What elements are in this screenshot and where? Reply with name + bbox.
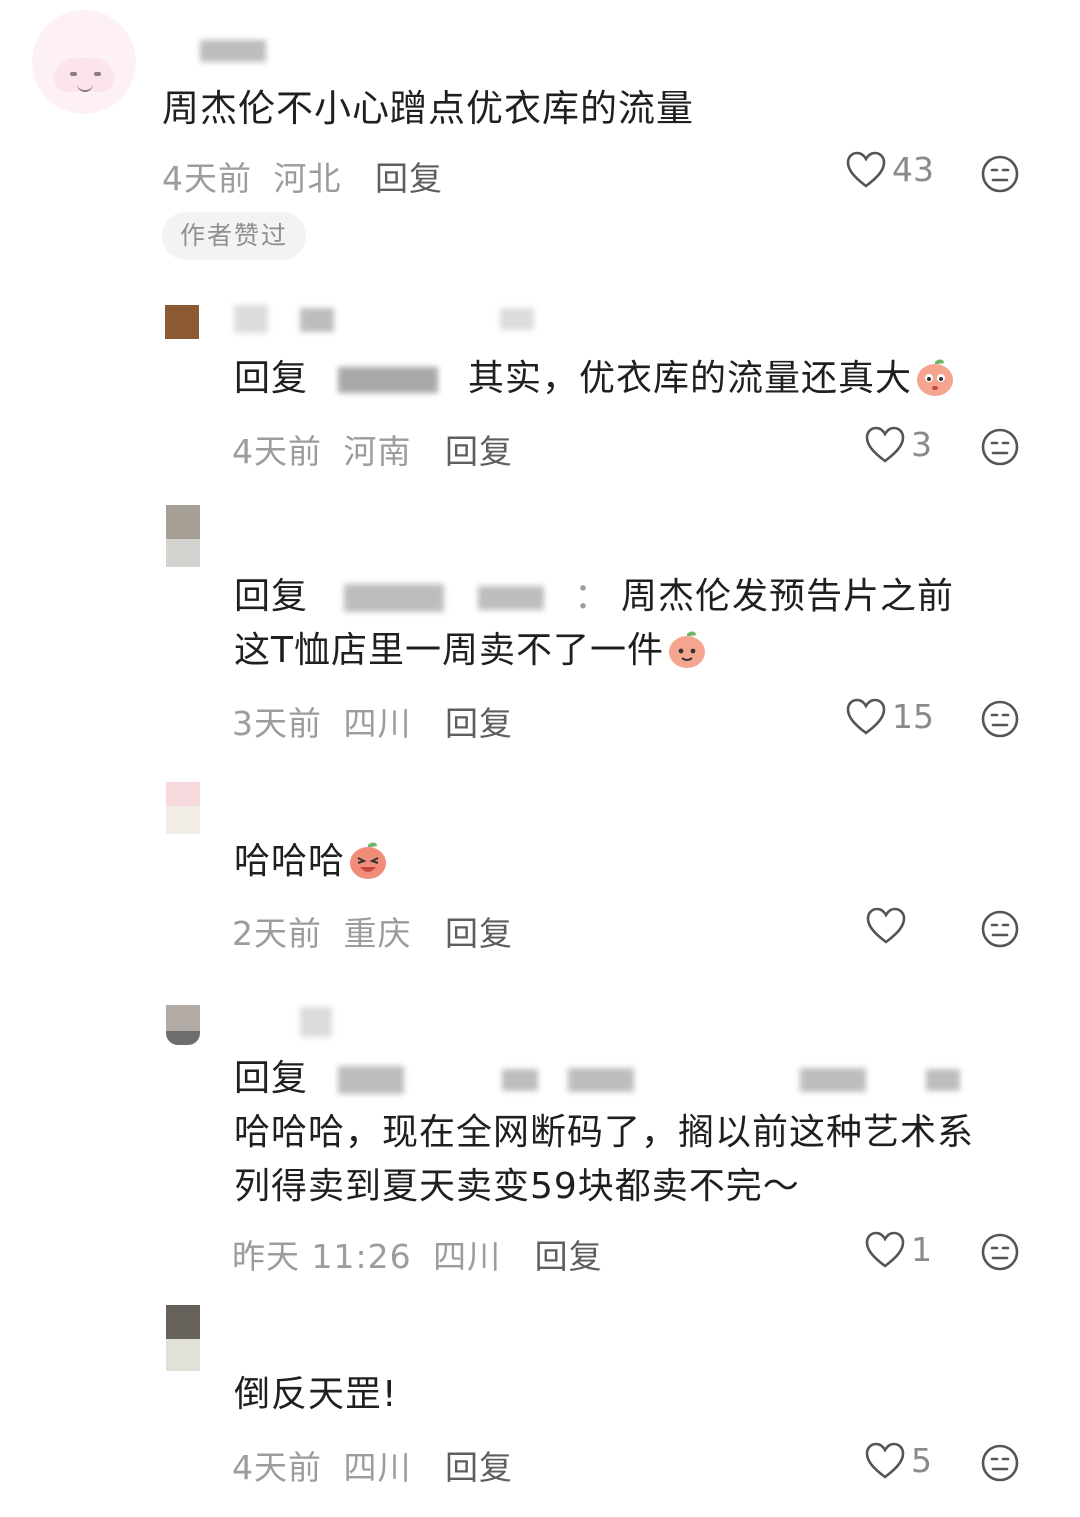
comment-meta: 昨天 11:26 四川 回复 — [232, 1230, 603, 1278]
comment-location: 四川 — [343, 1448, 412, 1487]
comment-text: 哈哈哈 — [234, 835, 389, 889]
peach-emoji-icon — [669, 631, 705, 668]
avatar[interactable] — [166, 505, 200, 567]
avatar[interactable] — [166, 782, 200, 834]
reply-button[interactable]: 回复 — [445, 704, 513, 743]
comment-body: 列得卖到夏天卖变59块都卖不完～ — [234, 1166, 800, 1207]
reply-prefix: 回复 — [234, 358, 309, 399]
heart-outline-icon — [865, 426, 905, 463]
comment-location: 重庆 — [343, 914, 412, 953]
avatar[interactable] — [165, 305, 199, 339]
comment-time: 2天前 — [232, 914, 322, 953]
comment-text: 哈哈哈，现在全网断码了，搁以前这种艺术系 — [234, 1106, 974, 1160]
avatar[interactable] — [166, 1005, 200, 1045]
heart-outline-icon — [865, 1231, 905, 1268]
like-button[interactable]: 15 — [846, 697, 934, 736]
comment-location: 四川 — [433, 1237, 502, 1276]
comment-meta: 3天前 四川 回复 — [232, 697, 513, 745]
like-count: 1 — [911, 1230, 932, 1269]
like-button[interactable]: 1 — [865, 1230, 932, 1269]
comment-location: 河南 — [343, 432, 412, 471]
neutral-face-icon[interactable] — [980, 154, 1020, 194]
username-redacted — [500, 308, 534, 330]
like-button[interactable]: 43 — [846, 150, 934, 189]
reply-button[interactable]: 回复 — [445, 432, 513, 471]
heart-outline-icon — [865, 1442, 905, 1479]
like-count: 3 — [911, 425, 932, 464]
avatar[interactable] — [166, 1305, 200, 1371]
username-redacted[interactable] — [200, 40, 266, 62]
comment-text: 回复 其实，优衣库的流量还真大 — [234, 352, 956, 406]
username-redacted[interactable] — [234, 305, 268, 333]
comment-text: 倒反天罡! — [234, 1368, 397, 1422]
neutral-face-icon[interactable] — [980, 427, 1020, 467]
peach-emoji-icon — [917, 359, 954, 396]
heart-outline-icon — [866, 907, 906, 944]
comment-time: 4天前 — [162, 159, 252, 198]
like-count: 5 — [911, 1441, 932, 1480]
comment-meta: 4天前 河南 回复 — [232, 425, 513, 473]
comment-body: 其实，优衣库的流量还真大 — [468, 358, 913, 399]
comment-time: 昨天 11:26 — [232, 1237, 412, 1276]
comment-body: 哈哈哈，现在全网断码了，搁以前这种艺术系 — [234, 1112, 975, 1153]
avatar[interactable] — [32, 10, 136, 114]
reply-prefix: 回复 — [234, 576, 309, 617]
username-redacted[interactable] — [300, 1007, 332, 1037]
comment-body: 哈哈哈 — [234, 841, 346, 882]
reply-button[interactable]: 回复 — [375, 159, 443, 198]
neutral-face-icon[interactable] — [980, 699, 1020, 739]
reply-prefix: 回复 — [234, 1058, 309, 1099]
author-liked-badge: 作者赞过 — [162, 212, 307, 260]
reply-button[interactable]: 回复 — [535, 1237, 603, 1276]
username-redacted — [300, 308, 334, 332]
comment-location: 四川 — [343, 704, 412, 743]
heart-outline-icon — [846, 151, 886, 188]
heart-outline-icon — [846, 698, 886, 735]
comment-text: 回复：周杰伦发预告片之前 — [234, 576, 955, 617]
comment-text: 周杰伦不小心蹭点优衣库的流量 — [162, 87, 694, 130]
comment-body: 周杰伦发预告片之前 — [621, 576, 955, 617]
comment-text: 列得卖到夏天卖变59块都卖不完～ — [234, 1160, 800, 1214]
like-button[interactable]: 5 — [865, 1441, 932, 1480]
comment-time: 4天前 — [232, 432, 322, 471]
like-button[interactable]: 3 — [865, 425, 932, 464]
reply-button[interactable]: 回复 — [445, 914, 513, 953]
peach-emoji-icon — [350, 842, 387, 879]
comment-time: 4天前 — [232, 1448, 322, 1487]
comment-text: 这T恤店里一周卖不了一件 — [234, 624, 708, 678]
reply-button[interactable]: 回复 — [445, 1448, 513, 1487]
neutral-face-icon[interactable] — [980, 909, 1020, 949]
comment-body: 倒反天罡! — [234, 1374, 398, 1415]
neutral-face-icon[interactable] — [980, 1232, 1020, 1272]
comment-meta: 2天前 重庆 回复 — [232, 907, 513, 955]
comment-time: 3天前 — [232, 704, 322, 743]
comment-text: 回复 — [234, 1052, 961, 1106]
comment-meta: 4天前 四川 回复 — [232, 1441, 513, 1489]
comment-body: 这T恤店里一周卖不了一件 — [234, 630, 664, 671]
like-button[interactable] — [866, 907, 912, 945]
neutral-face-icon[interactable] — [980, 1443, 1020, 1483]
comment-meta: 4天前 河北 回复 — [162, 152, 443, 200]
comment-location: 河北 — [273, 159, 342, 198]
like-count: 15 — [892, 697, 934, 736]
like-count: 43 — [892, 150, 934, 189]
